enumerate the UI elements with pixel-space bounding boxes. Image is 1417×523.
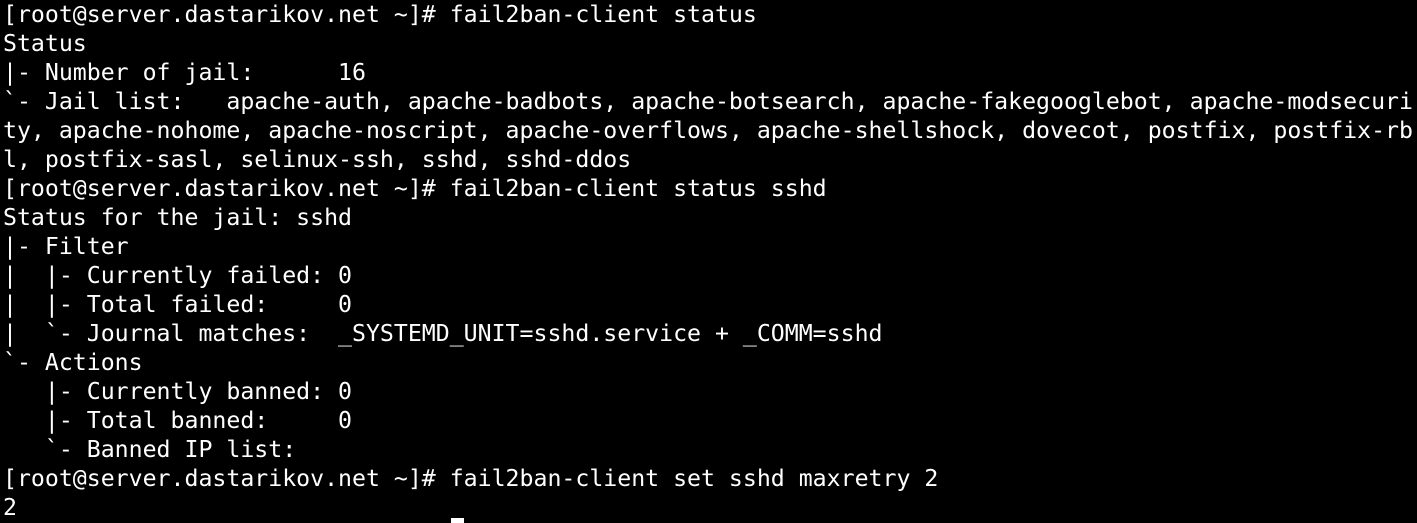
output-line: | |- Total failed: 0	[3, 291, 353, 318]
output-line: | `- Journal matches: _SYSTEMD_UNIT=sshd…	[3, 320, 883, 347]
prompt-line: [root@server.dastarikov.net ~]# fail2ban…	[3, 465, 939, 492]
output-line: |- Filter	[3, 233, 129, 260]
prompt-line: [root@server.dastarikov.net ~]# fail2ban…	[3, 1, 757, 28]
terminal-window[interactable]: [root@server.dastarikov.net ~]# fail2ban…	[3, 0, 1417, 523]
output-line: Status	[3, 30, 87, 57]
output-line: |- Currently banned: 0	[3, 378, 353, 405]
output-line: `- Banned IP list:	[3, 436, 297, 463]
output-line: | |- Currently failed: 0	[3, 262, 353, 289]
output-line: ty, apache-nohome, apache-noscript, apac…	[3, 117, 1413, 144]
output-line: Status for the jail: sshd	[3, 204, 353, 231]
output-line: |- Total banned: 0	[3, 407, 353, 434]
prompt-line: [root@server.dastarikov.net ~]# fail2ban…	[3, 175, 827, 202]
output-line: `- Jail list: apache-auth, apache-badbot…	[3, 88, 1413, 115]
output-line: 2	[3, 494, 17, 521]
output-line: l, postfix-sasl, selinux-ssh, sshd, sshd…	[3, 146, 632, 173]
text-cursor	[451, 518, 464, 523]
output-line: |- Number of jail: 16	[3, 59, 366, 86]
output-line: `- Actions	[3, 349, 143, 376]
